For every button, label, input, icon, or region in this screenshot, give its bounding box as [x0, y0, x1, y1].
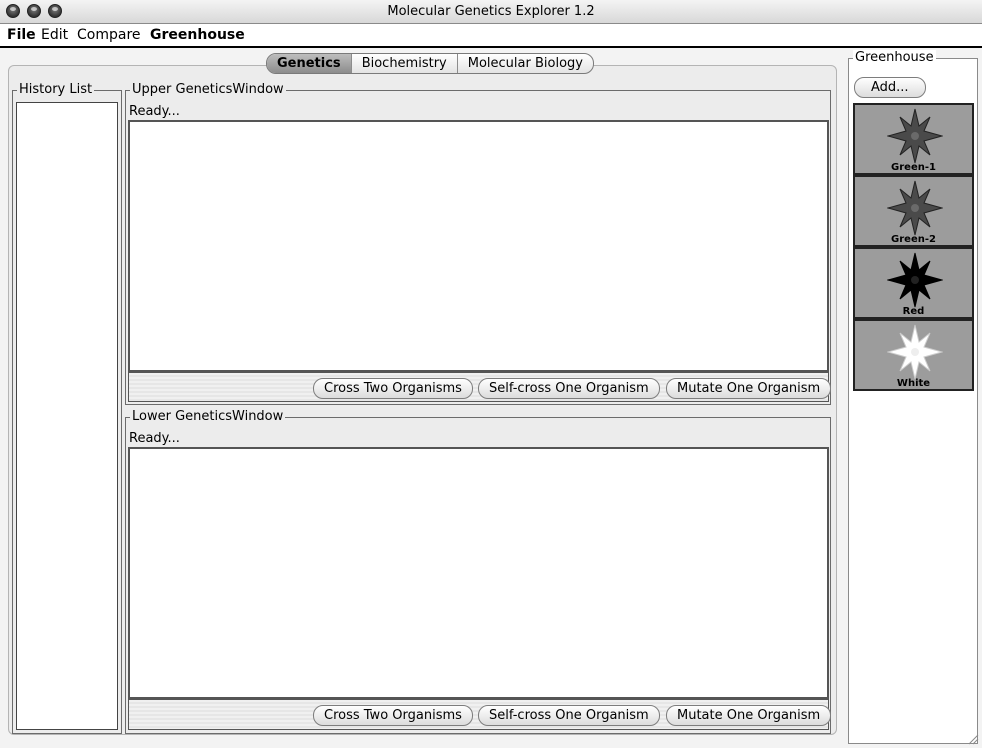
- greenhouse-panel: Greenhouse Add... Green-1 Green-2 Red Wh…: [848, 50, 978, 744]
- greenhouse-add-button[interactable]: Add...: [854, 77, 926, 98]
- flower-icon: [887, 180, 943, 236]
- history-list-label: History List: [17, 82, 95, 98]
- upper-button-bar: Cross Two Organisms Self-cross One Organ…: [128, 372, 832, 402]
- lower-mutate-button[interactable]: Mutate One Organism: [666, 705, 832, 726]
- upper-status-text: Ready...: [129, 104, 180, 119]
- resize-grip-icon[interactable]: [967, 733, 979, 745]
- app-window: Molecular Genetics Explorer 1.2 File Edi…: [0, 0, 982, 748]
- menu-greenhouse[interactable]: Greenhouse: [150, 27, 245, 43]
- menu-bar: File Edit Compare Greenhouse: [0, 24, 982, 48]
- tab-biochemistry[interactable]: Biochemistry: [352, 54, 458, 73]
- lower-button-bar: Cross Two Organisms Self-cross One Organ…: [128, 699, 832, 730]
- organism-green-2[interactable]: Green-2: [853, 175, 974, 247]
- flower-center: [911, 348, 919, 356]
- title-bar: Molecular Genetics Explorer 1.2: [0, 0, 982, 24]
- history-list[interactable]: [16, 102, 118, 730]
- flower-icon: [887, 108, 943, 164]
- lower-window-label: Lower GeneticsWindow: [130, 409, 286, 425]
- upper-self-cross-button[interactable]: Self-cross One Organism: [478, 378, 660, 399]
- organism-label: Green-1: [891, 162, 936, 173]
- flower-icon: [887, 324, 943, 380]
- menu-edit[interactable]: Edit: [41, 27, 68, 43]
- menu-file[interactable]: File: [7, 27, 36, 43]
- menu-compare[interactable]: Compare: [77, 27, 141, 43]
- upper-output-area[interactable]: [128, 120, 829, 372]
- organism-label: Red: [902, 306, 925, 317]
- organism-white[interactable]: White: [853, 319, 974, 391]
- upper-cross-two-button[interactable]: Cross Two Organisms: [313, 378, 473, 399]
- upper-window-label: Upper GeneticsWindow: [130, 82, 286, 98]
- organism-green-1[interactable]: Green-1: [853, 103, 974, 175]
- organism-red[interactable]: Red: [853, 247, 974, 319]
- tab-bar: Genetics Biochemistry Molecular Biology: [266, 53, 594, 74]
- lower-self-cross-button[interactable]: Self-cross One Organism: [478, 705, 660, 726]
- greenhouse-label: Greenhouse: [853, 50, 936, 66]
- tab-genetics[interactable]: Genetics: [267, 54, 352, 73]
- lower-cross-two-button[interactable]: Cross Two Organisms: [313, 705, 473, 726]
- flower-center: [911, 204, 919, 212]
- lower-status-text: Ready...: [129, 431, 180, 446]
- upper-mutate-button[interactable]: Mutate One Organism: [666, 378, 832, 399]
- lower-output-area[interactable]: [128, 447, 829, 699]
- flower-center: [911, 276, 919, 284]
- flower-center: [911, 132, 919, 140]
- tab-molecular-biology[interactable]: Molecular Biology: [458, 54, 593, 73]
- organism-label: White: [896, 378, 931, 389]
- flower-icon: [887, 252, 943, 308]
- organism-label: Green-2: [891, 234, 936, 245]
- window-title: Molecular Genetics Explorer 1.2: [387, 4, 595, 19]
